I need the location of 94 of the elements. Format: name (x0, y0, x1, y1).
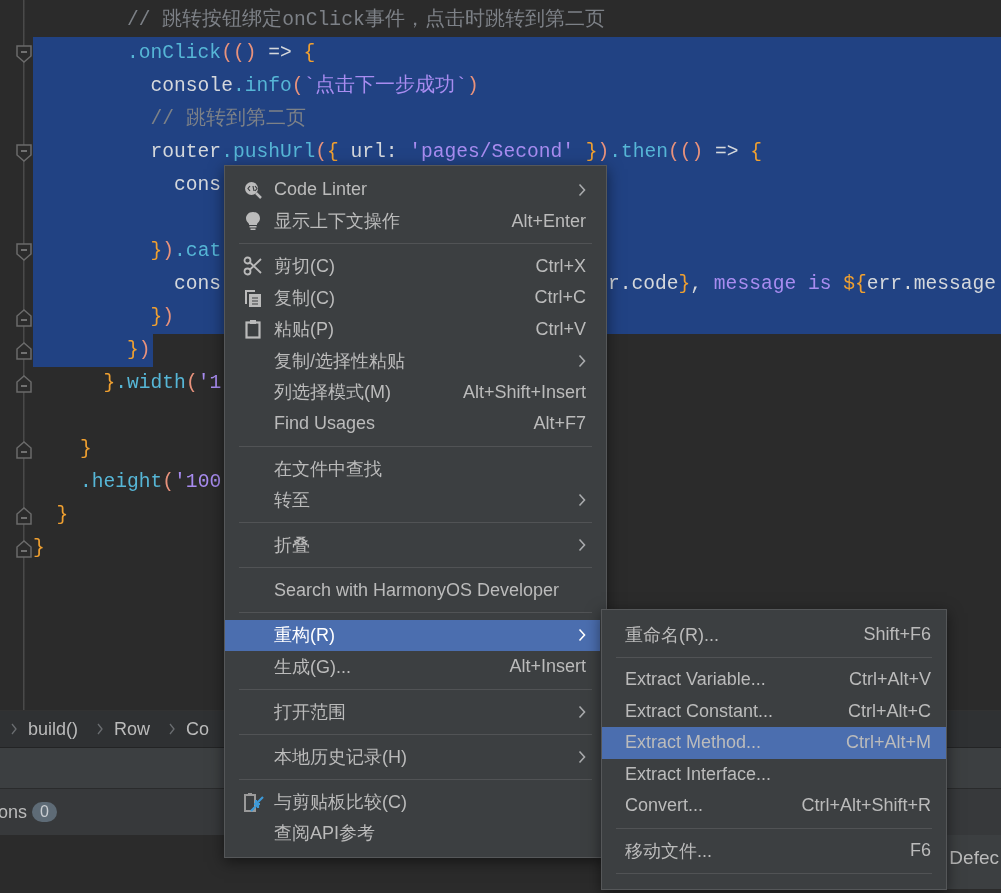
code-token: router (149, 140, 222, 165)
code-token: ( (185, 371, 198, 396)
lightbulb-icon (243, 211, 263, 232)
fold-icon[interactable] (16, 44, 32, 63)
code-token: } (33, 536, 45, 561)
menu-item[interactable]: 在文件中查找 (225, 453, 600, 485)
code-token: err.message (866, 272, 997, 297)
code-token: .pushUrl (221, 140, 316, 165)
code-token: { (303, 41, 316, 66)
code-token: ( (291, 74, 304, 99)
menu-item[interactable]: 粘贴(P) Ctrl+V (225, 313, 600, 345)
code-token: '100 (174, 470, 222, 495)
code-token: ) (162, 239, 175, 264)
code-token: { (750, 140, 763, 165)
tool-tab[interactable]: Defec (945, 835, 1001, 889)
code-token: .height (79, 470, 163, 495)
menu-item[interactable]: 查阅API参考 (225, 817, 600, 849)
code-token: url: (349, 140, 399, 165)
menu-item[interactable]: 重命名(R)... Shift+F6 (602, 619, 946, 651)
breadcrumb-item[interactable]: build() (28, 718, 79, 740)
fold-icon[interactable] (16, 506, 32, 525)
menu-item[interactable]: 生成(G)... Alt+Insert (225, 651, 600, 683)
code-token: (() (668, 140, 704, 165)
code-token: } (149, 305, 163, 330)
code-token: ) (467, 74, 479, 99)
menu-item[interactable]: Find Usages Alt+F7 (225, 408, 600, 440)
code-token: ) (597, 140, 610, 165)
code-token: .width (115, 371, 186, 396)
magnifier-icon (243, 179, 263, 200)
menu-item[interactable]: 剪切(C) Ctrl+X (225, 250, 600, 282)
code-token: r.code (608, 272, 679, 297)
chevron-icon (96, 723, 105, 735)
code-token: => (267, 41, 293, 66)
code-token: '1 (197, 371, 222, 396)
clipboard-icon (243, 319, 263, 340)
menu-item[interactable]: 列选择模式(M) Alt+Shift+Insert (225, 376, 600, 408)
count-badge: 0 (32, 802, 57, 822)
code-token: } (584, 140, 598, 165)
code-token: } (79, 437, 92, 462)
code-token: } (678, 272, 691, 297)
code-token: // 跳转到第二页 (149, 106, 306, 132)
code-token: ( (315, 140, 327, 165)
code-token: => (714, 140, 740, 165)
fold-icon[interactable] (16, 374, 32, 393)
fold-icon[interactable] (16, 242, 32, 261)
scissors-icon (243, 256, 263, 277)
menu-item[interactable]: Extract Constant... Ctrl+Alt+C (602, 695, 946, 727)
menu-item[interactable]: 复制/选择性粘贴 (225, 345, 600, 377)
chevron-icon (168, 723, 177, 735)
copy-icon (243, 287, 263, 308)
menu-item[interactable]: 转至 (225, 484, 600, 516)
code-token: message is (713, 272, 833, 297)
code-token: } (55, 503, 69, 528)
code-token: , (690, 272, 704, 297)
fold-icon[interactable] (16, 440, 32, 459)
code-token: (() (221, 41, 257, 66)
code-token: ) (138, 338, 151, 363)
menu-item[interactable]: Extract Interface... (602, 758, 946, 790)
fold-icon[interactable] (16, 539, 32, 558)
menu-item[interactable]: 复制(C) Ctrl+C (225, 282, 600, 314)
code-token: cons (173, 272, 222, 297)
code-token: 'pages/Second' (409, 140, 574, 165)
menu-item[interactable]: 与剪贴板比较(C) (225, 786, 600, 818)
code-token: .onClick (126, 41, 222, 66)
clipboard-compare-icon (243, 790, 265, 813)
code-token: ( (162, 470, 175, 495)
menu-item[interactable]: 移动文件... F6 (602, 835, 946, 867)
code-token: } (149, 239, 163, 264)
menu-item[interactable]: 折叠 (225, 529, 600, 561)
code-token: } (126, 338, 139, 363)
code-token: .then (609, 140, 669, 165)
menu-item[interactable]: Code Linter (225, 174, 600, 206)
menu-item[interactable]: 重构(R) (225, 619, 600, 651)
code-token: // 跳转按钮绑定onClick事件，点击时跳转到第二页 (126, 7, 605, 33)
code-token: console (149, 74, 233, 99)
fold-icon[interactable] (16, 143, 32, 162)
fold-icon[interactable] (16, 341, 32, 360)
code-token: .info (232, 74, 292, 99)
code-token: ${ (843, 272, 867, 297)
menu-item[interactable]: 打开范围 (225, 696, 600, 728)
code-token: ) (162, 305, 175, 330)
code-token: `点击下一步成功` (303, 73, 467, 99)
code-token: { (327, 140, 339, 165)
breadcrumb-item[interactable]: Row (114, 718, 151, 740)
menu-item[interactable]: 本地历史记录(H) (225, 741, 600, 773)
menu-item[interactable]: Extract Variable... Ctrl+Alt+V (602, 664, 946, 696)
menu-item[interactable]: Convert... Ctrl+Alt+Shift+R (602, 790, 946, 822)
chevron-icon (10, 723, 18, 735)
fold-icon[interactable] (16, 308, 32, 327)
menu-item[interactable]: Search with HarmonyOS Developer (225, 574, 600, 606)
code-token: cons (173, 173, 222, 198)
code-token: .cat (174, 239, 222, 264)
breadcrumb-item[interactable]: Co (186, 718, 210, 740)
code-token: } (102, 371, 116, 396)
